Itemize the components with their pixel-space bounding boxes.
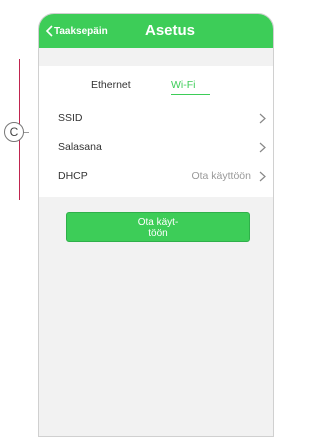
ssid-label: SSID — [58, 112, 83, 124]
page-title: Asetus — [144, 22, 196, 39]
callout-marker: C — [4, 122, 24, 142]
dhcp-label: DHCP — [58, 170, 88, 182]
enable-button[interactable]: Ota käyt- töön — [66, 212, 250, 242]
enable-button-label-line1: Ota käyt- — [137, 217, 179, 228]
connection-tabs: Ethernet Wi-Fi — [39, 79, 273, 99]
settings-card: Ethernet Wi-Fi SSID Salasana DHCP Ota kä… — [39, 66, 273, 197]
callout-letter: C — [9, 125, 19, 139]
chevron-right-icon — [259, 171, 266, 181]
active-tab-indicator — [171, 94, 210, 95]
chevron-right-icon — [259, 113, 266, 123]
password-label: Salasana — [58, 141, 102, 153]
row-ssid[interactable]: SSID — [39, 104, 273, 132]
tab-wifi[interactable]: Wi-Fi — [171, 79, 196, 91]
app-header: Taaksepäin Asetus — [39, 14, 273, 48]
row-dhcp[interactable]: DHCP Ota käyttöön — [39, 162, 273, 190]
phone-screen: Taaksepäin Asetus Ethernet Wi-Fi SSID Sa… — [38, 13, 274, 437]
dhcp-value: Ota käyttöön — [191, 170, 251, 182]
enable-button-label-line2: töön — [148, 228, 168, 239]
row-password[interactable]: Salasana — [39, 133, 273, 161]
chevron-right-icon — [259, 142, 266, 152]
tab-ethernet[interactable]: Ethernet — [91, 79, 131, 91]
